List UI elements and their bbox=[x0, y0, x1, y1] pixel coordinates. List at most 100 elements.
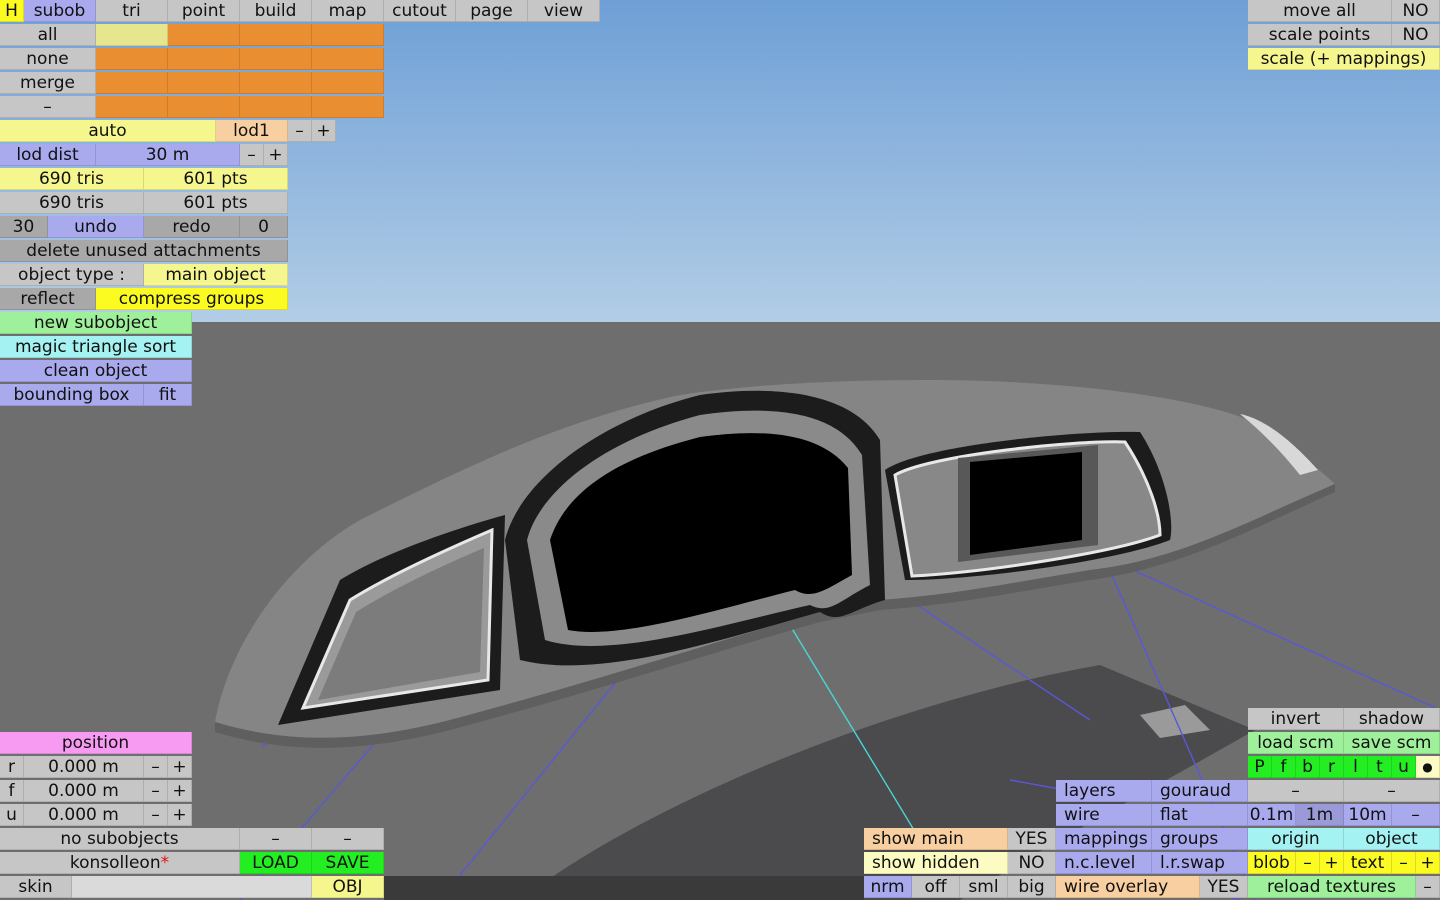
subobject-slot[interactable] bbox=[240, 72, 312, 94]
skin-button[interactable]: skin bbox=[0, 876, 72, 898]
tab-cutout[interactable]: cutout bbox=[384, 0, 456, 22]
reflect-button[interactable]: reflect bbox=[0, 288, 96, 310]
origin-button[interactable]: origin bbox=[1248, 828, 1344, 850]
layers-button[interactable]: layers bbox=[1056, 780, 1152, 802]
merge-button[interactable]: merge bbox=[0, 72, 96, 94]
wire-button[interactable]: wire bbox=[1056, 804, 1152, 826]
bounding-box-button[interactable]: bounding box bbox=[0, 384, 144, 406]
clean-object-button[interactable]: clean object bbox=[0, 360, 192, 382]
grid-dash-button[interactable]: – bbox=[1344, 780, 1440, 802]
view-left-button[interactable]: l bbox=[1344, 756, 1368, 778]
scale-points-toggle[interactable]: scale points bbox=[1248, 24, 1392, 46]
lod-dist-minus-button[interactable]: – bbox=[240, 144, 264, 166]
nc-level-button[interactable]: n.c.level bbox=[1056, 852, 1152, 874]
view-right-button[interactable]: r bbox=[1320, 756, 1344, 778]
new-subobject-button[interactable]: new subobject bbox=[0, 312, 192, 334]
grid-1m-button[interactable]: 1m bbox=[1296, 804, 1344, 826]
subobject-slot[interactable] bbox=[168, 48, 240, 70]
tab-view[interactable]: view bbox=[528, 0, 600, 22]
position-f-minus-button[interactable]: – bbox=[144, 780, 168, 802]
position-u-value[interactable]: 0.000 m bbox=[24, 804, 144, 826]
normals-sml-button[interactable]: sml bbox=[960, 876, 1008, 898]
select-all-button[interactable]: all bbox=[0, 24, 96, 46]
tab-subob[interactable]: subob bbox=[24, 0, 96, 22]
normals-nrm-button[interactable]: nrm bbox=[864, 876, 912, 898]
subobject-slot[interactable] bbox=[168, 24, 240, 46]
subobject-slot[interactable] bbox=[240, 48, 312, 70]
lod-dist-plus-button[interactable]: + bbox=[264, 144, 288, 166]
grid-dash-button[interactable]: – bbox=[1248, 780, 1344, 802]
blob-button[interactable]: blob bbox=[1248, 852, 1296, 874]
show-hidden-toggle[interactable]: show hidden bbox=[864, 852, 1008, 874]
subobject-slot[interactable] bbox=[168, 72, 240, 94]
lod-plus-button[interactable]: + bbox=[312, 120, 336, 142]
grid-minus-button[interactable]: – bbox=[1392, 804, 1440, 826]
move-all-toggle[interactable]: move all bbox=[1248, 0, 1392, 22]
redo-button[interactable]: redo bbox=[144, 216, 240, 238]
mappings-button[interactable]: mappings bbox=[1056, 828, 1152, 850]
subobject-next-button[interactable]: – bbox=[312, 828, 384, 850]
view-perspective-button[interactable]: P bbox=[1248, 756, 1272, 778]
tab-tri[interactable]: tri bbox=[96, 0, 168, 22]
lod-minus-button[interactable]: – bbox=[288, 120, 312, 142]
obj-button[interactable]: OBJ bbox=[312, 876, 384, 898]
subobject-slot[interactable] bbox=[240, 96, 312, 118]
subobject-slot[interactable] bbox=[312, 96, 384, 118]
help-button[interactable]: H bbox=[0, 0, 24, 22]
view-under-button[interactable]: u bbox=[1392, 756, 1416, 778]
reload-textures-button[interactable]: reload textures bbox=[1248, 876, 1416, 898]
grid-0-1m-button[interactable]: 0.1m bbox=[1248, 804, 1296, 826]
shadow-button[interactable]: shadow bbox=[1344, 708, 1440, 730]
position-u-minus-button[interactable]: – bbox=[144, 804, 168, 826]
save-button[interactable]: SAVE bbox=[312, 852, 384, 874]
load-button[interactable]: LOAD bbox=[240, 852, 312, 874]
object-button[interactable]: object bbox=[1344, 828, 1440, 850]
gouraud-button[interactable]: gouraud bbox=[1152, 780, 1248, 802]
lod-auto-button[interactable]: auto bbox=[0, 120, 216, 142]
flat-button[interactable]: flat bbox=[1152, 804, 1248, 826]
delete-unused-attachments-button[interactable]: delete unused attachments bbox=[0, 240, 288, 262]
text-button[interactable]: text bbox=[1344, 852, 1392, 874]
selection-minus-button[interactable]: – bbox=[0, 96, 96, 118]
position-f-value[interactable]: 0.000 m bbox=[24, 780, 144, 802]
invert-button[interactable]: invert bbox=[1248, 708, 1344, 730]
text-minus-button[interactable]: – bbox=[1392, 852, 1416, 874]
normals-big-button[interactable]: big bbox=[1008, 876, 1056, 898]
subobject-slot[interactable] bbox=[240, 24, 312, 46]
subobject-slot[interactable] bbox=[168, 96, 240, 118]
select-none-button[interactable]: none bbox=[0, 48, 96, 70]
position-f-plus-button[interactable]: + bbox=[168, 780, 192, 802]
grid-10m-button[interactable]: 10m bbox=[1344, 804, 1392, 826]
blob-minus-button[interactable]: – bbox=[1296, 852, 1320, 874]
object-name-field[interactable]: konsolleon* bbox=[0, 852, 240, 874]
save-scm-button[interactable]: save scm bbox=[1344, 732, 1440, 754]
view-front-button[interactable]: f bbox=[1272, 756, 1296, 778]
load-scm-button[interactable]: load scm bbox=[1248, 732, 1344, 754]
scale-mappings-button[interactable]: scale (+ mappings) bbox=[1248, 48, 1440, 70]
tab-page[interactable]: page bbox=[456, 0, 528, 22]
undo-button[interactable]: undo bbox=[48, 216, 144, 238]
subobject-slot[interactable] bbox=[312, 72, 384, 94]
wire-overlay-toggle[interactable]: wire overlay bbox=[1056, 876, 1200, 898]
subobject-prev-button[interactable]: – bbox=[240, 828, 312, 850]
subobject-slot[interactable] bbox=[96, 96, 168, 118]
position-r-plus-button[interactable]: + bbox=[168, 756, 192, 778]
view-dot-icon[interactable]: ● bbox=[1416, 756, 1440, 778]
skin-name-field[interactable] bbox=[72, 876, 312, 898]
magic-triangle-sort-button[interactable]: magic triangle sort bbox=[0, 336, 192, 358]
normals-off-button[interactable]: off bbox=[912, 876, 960, 898]
reload-minus-button[interactable]: – bbox=[1416, 876, 1440, 898]
view-back-button[interactable]: b bbox=[1296, 756, 1320, 778]
object-type-selector[interactable]: main object bbox=[144, 264, 288, 286]
subobject-slot[interactable] bbox=[96, 48, 168, 70]
tab-map[interactable]: map bbox=[312, 0, 384, 22]
compress-groups-button[interactable]: compress groups bbox=[96, 288, 288, 310]
subobject-slot[interactable] bbox=[96, 72, 168, 94]
position-u-plus-button[interactable]: + bbox=[168, 804, 192, 826]
fit-button[interactable]: fit bbox=[144, 384, 192, 406]
tab-point[interactable]: point bbox=[168, 0, 240, 22]
show-main-toggle[interactable]: show main bbox=[864, 828, 1008, 850]
blob-plus-button[interactable]: + bbox=[1320, 852, 1344, 874]
subobject-slot[interactable] bbox=[96, 24, 168, 46]
groups-button[interactable]: groups bbox=[1152, 828, 1248, 850]
